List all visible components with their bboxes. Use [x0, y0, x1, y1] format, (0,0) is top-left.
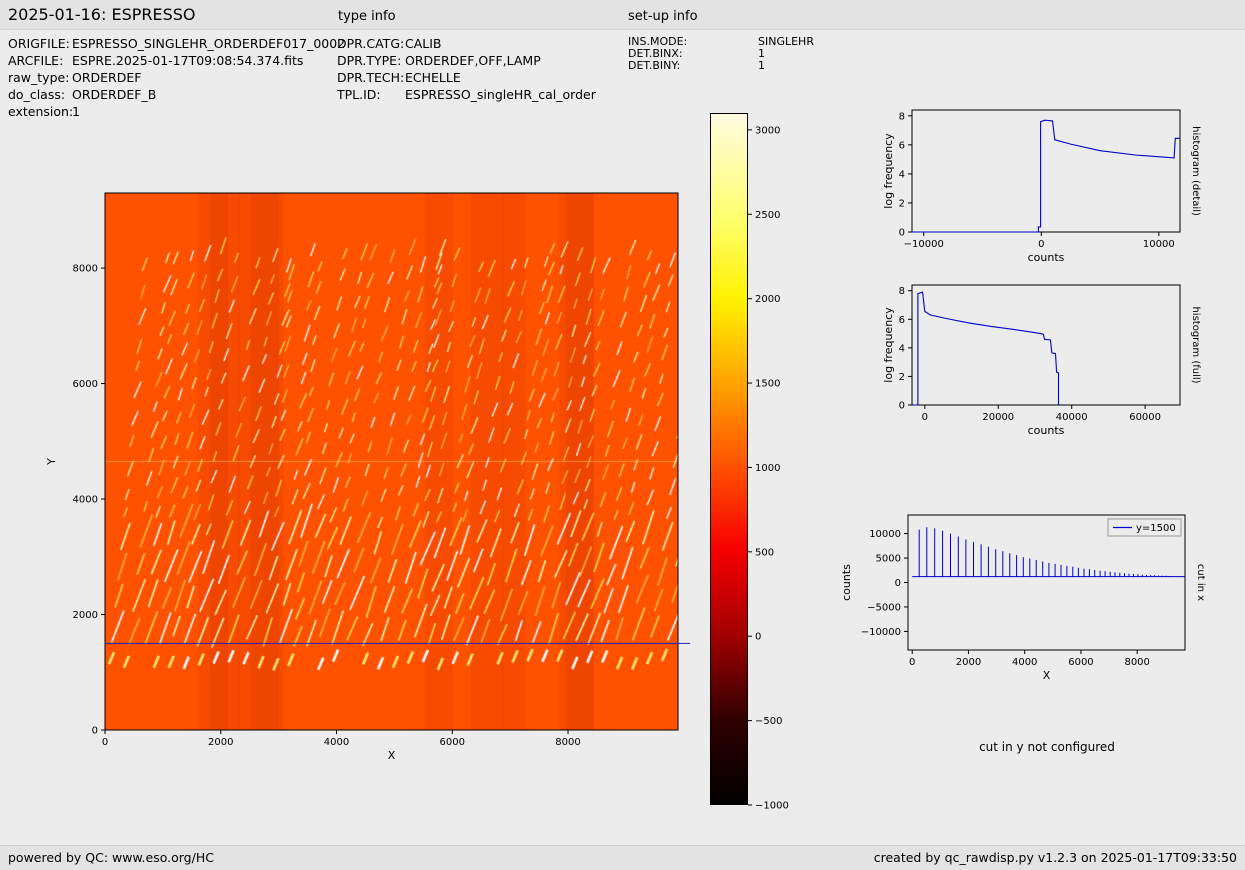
svg-text:500: 500 [755, 547, 774, 558]
svg-text:4000: 4000 [324, 737, 349, 748]
svg-text:1000: 1000 [755, 463, 780, 474]
cut-x-legend: y=1500 [1107, 518, 1182, 537]
svg-text:60000: 60000 [1129, 412, 1161, 423]
svg-text:cut in x: cut in x [1195, 564, 1206, 601]
svg-text:histogram (detail): histogram (detail) [1190, 126, 1201, 216]
svg-text:−5000: −5000 [867, 602, 901, 613]
svg-text:4: 4 [899, 343, 905, 354]
cut-x-figure: 0 2000 4000 6000 8000 −10000 −5000 0 5000 10000 Xc… [840, 514, 1206, 682]
svg-text:8: 8 [899, 111, 905, 122]
svg-text:2000: 2000 [208, 737, 233, 748]
svg-text:4000: 4000 [1012, 657, 1037, 668]
svg-text:2000: 2000 [755, 294, 780, 305]
svg-text:10000: 10000 [869, 529, 901, 540]
svg-text:X: X [388, 749, 396, 762]
svg-text:6000: 6000 [73, 379, 98, 390]
colorbar-ticks: 3000 2500 2000 1500 1000 500 0 −500 −1000 [748, 125, 789, 812]
footer-created-by: created by qc_rawdisp.py v1.2.3 on 2025-… [873, 850, 1237, 865]
raw-image-figure: 0 2000 4000 6000 8000 0 2000 4000 6000 8000 X Y [45, 192, 690, 762]
svg-text:1500: 1500 [755, 379, 780, 390]
svg-text:−1000: −1000 [755, 801, 789, 812]
svg-text:8000: 8000 [1124, 657, 1149, 668]
svg-text:2: 2 [899, 198, 905, 209]
svg-text:2: 2 [899, 372, 905, 383]
svg-text:8: 8 [899, 286, 905, 297]
svg-text:0: 0 [909, 657, 915, 668]
svg-text:y=1500: y=1500 [1136, 523, 1176, 534]
svg-text:8000: 8000 [73, 264, 98, 275]
hist-full-figure: 0 20000 40000 60000 0 2 4 6 8 counts log frequency… [882, 284, 1201, 437]
svg-text:X: X [1043, 669, 1051, 682]
svg-text:−10000: −10000 [904, 239, 944, 250]
hist-detail-figure: −10000 0 1000002468countslog frequency hist… [882, 109, 1201, 264]
svg-text:0: 0 [92, 726, 98, 737]
svg-text:log frequency: log frequency [882, 307, 895, 383]
svg-text:3000: 3000 [755, 125, 780, 136]
svg-text:6: 6 [899, 315, 905, 326]
footer-powered-by: powered by QC: www.eso.org/HC [8, 850, 214, 865]
svg-text:0: 0 [922, 412, 928, 423]
svg-text:Y: Y [45, 458, 58, 466]
svg-text:0: 0 [899, 228, 905, 239]
svg-text:4: 4 [899, 169, 905, 180]
svg-text:counts: counts [1028, 251, 1065, 264]
svg-text:4000: 4000 [73, 495, 98, 506]
svg-text:0: 0 [1038, 239, 1044, 250]
svg-text:0: 0 [755, 632, 761, 643]
svg-text:0: 0 [102, 737, 108, 748]
svg-text:6000: 6000 [1068, 657, 1093, 668]
svg-text:2000: 2000 [956, 657, 981, 668]
svg-text:2500: 2500 [755, 210, 780, 221]
svg-text:6000: 6000 [440, 737, 465, 748]
svg-text:20000: 20000 [982, 412, 1014, 423]
svg-text:−500: −500 [755, 716, 782, 727]
svg-text:counts: counts [840, 564, 853, 601]
svg-text:6: 6 [899, 140, 905, 151]
svg-text:5000: 5000 [876, 554, 901, 565]
svg-text:8000: 8000 [555, 737, 580, 748]
svg-text:−10000: −10000 [861, 627, 901, 638]
svg-text:40000: 40000 [1056, 412, 1088, 423]
footer-bar: powered by QC: www.eso.org/HC created by… [0, 845, 1245, 870]
cut-y-note: cut in y not configured [979, 740, 1115, 754]
svg-text:histogram (full): histogram (full) [1190, 306, 1201, 383]
qc-report-page: 2025-01-16: ESPRESSO type info set-up in… [0, 0, 1245, 870]
svg-text:2000: 2000 [73, 610, 98, 621]
svg-text:0: 0 [895, 578, 901, 589]
svg-text:10000: 10000 [1143, 239, 1175, 250]
svg-text:log frequency: log frequency [882, 133, 895, 209]
svg-text:counts: counts [1028, 424, 1065, 437]
svg-text:0: 0 [899, 401, 905, 412]
